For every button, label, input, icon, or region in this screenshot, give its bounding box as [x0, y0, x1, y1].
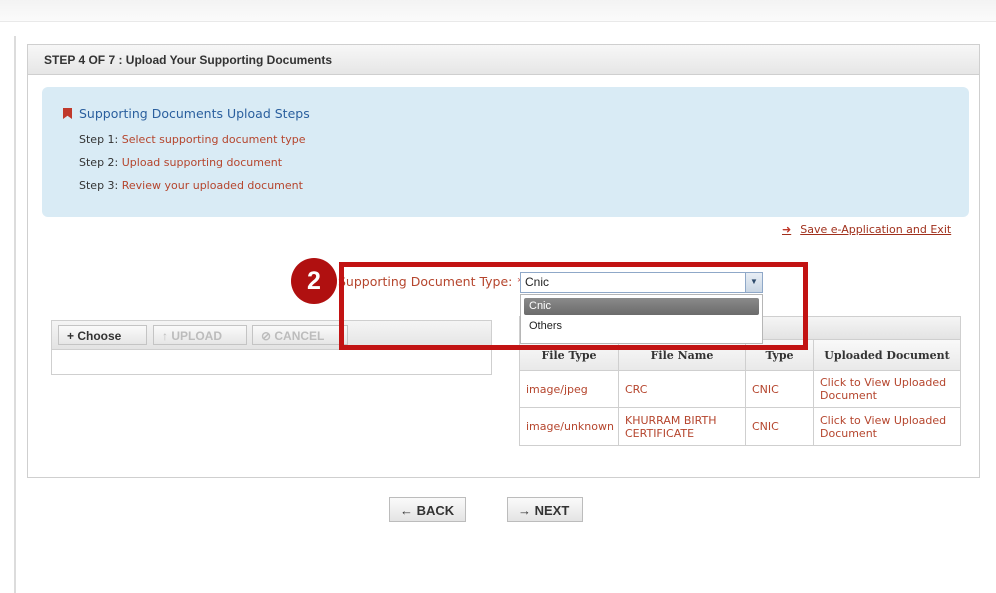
file-uploader: + Choose ↑ UPLOAD ⊘ CANCEL	[51, 320, 492, 375]
uploader-toolbar: + Choose ↑ UPLOAD ⊘ CANCEL	[52, 321, 491, 350]
save-and-exit-link[interactable]: ➜ Save e-Application and Exit	[782, 223, 951, 236]
next-button[interactable]: → NEXT	[507, 497, 583, 522]
document-type-options: Cnic Others	[520, 294, 763, 344]
step-1-label: Step 1:	[79, 133, 119, 146]
step-2-label: Step 2:	[79, 156, 119, 169]
table-header-row: File Type File Name Type Uploaded Docume…	[520, 340, 960, 371]
step-3: Step 3: Review your uploaded document	[79, 179, 303, 192]
step-1: Step 1: Select supporting document type	[79, 133, 306, 146]
sign-out-icon: ➜	[782, 223, 792, 236]
upload-steps-info: Supporting Documents Upload Steps Step 1…	[42, 87, 969, 217]
option-cnic[interactable]: Cnic	[524, 298, 759, 315]
upload-button[interactable]: ↑ UPLOAD	[153, 325, 247, 345]
save-and-exit-label: Save e-Application and Exit	[800, 223, 952, 236]
document-type-select[interactable]: Cnic ▼	[520, 272, 763, 293]
step-3-label: Step 3:	[79, 179, 119, 192]
step-3-text: Review your uploaded document	[121, 179, 303, 192]
upload-panel: STEP 4 OF 7 : Upload Your Supporting Doc…	[27, 44, 980, 478]
cell-file-type: image/unknown	[520, 408, 619, 445]
header-type: Type	[746, 340, 814, 370]
choose-button[interactable]: + Choose	[58, 325, 147, 345]
info-title-text: Supporting Documents Upload Steps	[79, 106, 310, 121]
chevron-down-icon[interactable]: ▼	[745, 273, 762, 292]
info-title: Supporting Documents Upload Steps	[63, 106, 310, 121]
left-rail	[14, 36, 16, 593]
cell-file-type: image/jpeg	[520, 371, 619, 407]
option-others[interactable]: Others	[524, 318, 759, 335]
step-2: Step 2: Upload supporting document	[79, 156, 282, 169]
step-1-text: Select supporting document type	[121, 133, 306, 146]
document-type-label: Supporting Document Type:*	[338, 274, 524, 289]
document-type-label-text: Supporting Document Type:	[338, 274, 513, 289]
table-row: image/jpeg CRC CNIC Click to View Upload…	[520, 371, 960, 408]
step-2-text: Upload supporting document	[121, 156, 283, 169]
cell-file-name: KHURRAM BIRTH CERTIFICATE	[619, 408, 746, 445]
cell-type: CNIC	[746, 408, 814, 445]
document-type-selected-value: Cnic	[525, 275, 550, 289]
view-document-link[interactable]: Click to View Uploaded Document	[814, 408, 960, 445]
back-button[interactable]: ← BACK	[389, 497, 466, 522]
cell-type: CNIC	[746, 371, 814, 407]
table-row: image/unknown KHURRAM BIRTH CERTIFICATE …	[520, 408, 960, 445]
header-uploaded-document: Uploaded Document	[814, 340, 960, 370]
header-file-type: File Type	[520, 340, 619, 370]
bookmark-icon	[63, 108, 72, 119]
cell-file-name: CRC	[619, 371, 746, 407]
header-file-name: File Name	[619, 340, 746, 370]
panel-header: STEP 4 OF 7 : Upload Your Supporting Doc…	[28, 45, 979, 75]
annotation-step-badge: 2	[291, 258, 337, 304]
view-document-link[interactable]: Click to View Uploaded Document	[814, 371, 960, 407]
cancel-button[interactable]: ⊘ CANCEL	[252, 325, 348, 345]
top-bar	[0, 0, 996, 22]
